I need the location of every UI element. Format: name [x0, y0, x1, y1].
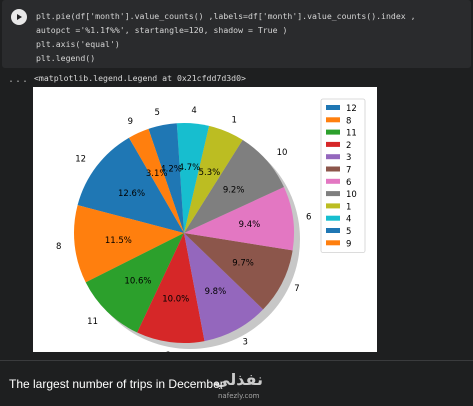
pie-percent-label: 12.6%: [118, 189, 145, 199]
legend-swatch: [326, 105, 340, 110]
legend-label: 6: [346, 178, 351, 188]
pie-percent-label: 9.8%: [205, 287, 227, 297]
code-editor[interactable]: plt.pie(df['month'].value_counts() ,labe…: [36, 9, 416, 65]
pie-category-label: 5: [154, 108, 159, 118]
pie-percent-label: 3.1%: [146, 169, 168, 179]
legend-label: 10: [346, 190, 357, 200]
pie-category-label: 7: [294, 284, 299, 294]
legend-label: 9: [346, 239, 351, 249]
pie-category-label: 10: [277, 148, 288, 158]
pie-category-label: 12: [75, 154, 86, 164]
watermark-domain: nafezly.com: [218, 392, 260, 400]
run-cell-button[interactable]: [11, 9, 27, 25]
legend-label: 5: [346, 227, 351, 237]
legend-label: 4: [346, 215, 351, 225]
pie-category-label: 3: [243, 337, 248, 347]
legend-swatch: [326, 215, 340, 221]
legend-swatch: [326, 129, 340, 135]
legend-swatch: [326, 228, 340, 233]
pie-category-label: 1: [232, 115, 237, 125]
pie-percent-label: 5.3%: [199, 168, 221, 178]
legend-swatch: [326, 154, 340, 160]
legend-swatch: [326, 141, 340, 147]
legend-swatch: [326, 178, 340, 184]
output-repr: <matplotlib.legend.Legend at 0x21cfdd7d3…: [34, 73, 246, 83]
legend-swatch: [326, 240, 340, 246]
pie-category-label: 6: [306, 212, 311, 222]
pie-percent-label: 10.6%: [124, 276, 151, 286]
legend-label: 11: [346, 129, 357, 139]
legend-label: 7: [346, 166, 351, 176]
legend-swatch: [326, 191, 340, 197]
play-icon: [17, 14, 22, 20]
pie-percent-label: 11.5%: [105, 236, 132, 246]
code-line: plt.legend(): [36, 53, 96, 63]
pie-chart-figure: 1212.6%811.5%1110.6%210.0%39.8%79.7%69.4…: [33, 87, 377, 352]
legend-swatch: [326, 117, 340, 123]
pie-percent-label: 9.2%: [223, 185, 245, 195]
pie-category-label: 4: [191, 106, 196, 116]
pie-category-label: 11: [87, 317, 98, 327]
watermark-logo: نفذلي nafezly.com: [210, 370, 276, 406]
legend-swatch: [326, 166, 340, 172]
watermark-arabic: نفذلي: [214, 370, 263, 389]
code-line: plt.pie(df['month'].value_counts() ,labe…: [36, 11, 416, 21]
pie-percent-label: 9.7%: [232, 259, 254, 269]
pie-percent-label: 9.4%: [239, 220, 261, 230]
legend-label: 8: [346, 116, 351, 126]
legend-label: 3: [346, 153, 351, 163]
code-line: autopct ='%1.1f%%', startangle=120, shad…: [36, 25, 288, 35]
code-cell[interactable]: plt.pie(df['month'].value_counts() ,labe…: [2, 0, 471, 68]
legend-label: 1: [346, 202, 351, 212]
pie-category-label: 8: [56, 242, 61, 252]
pie-chart: 1212.6%811.5%1110.6%210.0%39.8%79.7%69.4…: [56, 98, 366, 352]
legend-label: 2: [346, 141, 351, 151]
output-menu-icon[interactable]: ...: [8, 74, 29, 85]
divider: [0, 360, 473, 361]
pie-category-label: 2: [166, 351, 171, 352]
pie-percent-label: 10.0%: [162, 294, 189, 304]
legend-swatch: [326, 203, 340, 209]
pie-category-label: 9: [128, 117, 133, 127]
legend-label: 12: [346, 104, 357, 114]
code-line: plt.axis('equal'): [36, 39, 120, 49]
markdown-text: The largest number of trips in December: [9, 377, 224, 391]
